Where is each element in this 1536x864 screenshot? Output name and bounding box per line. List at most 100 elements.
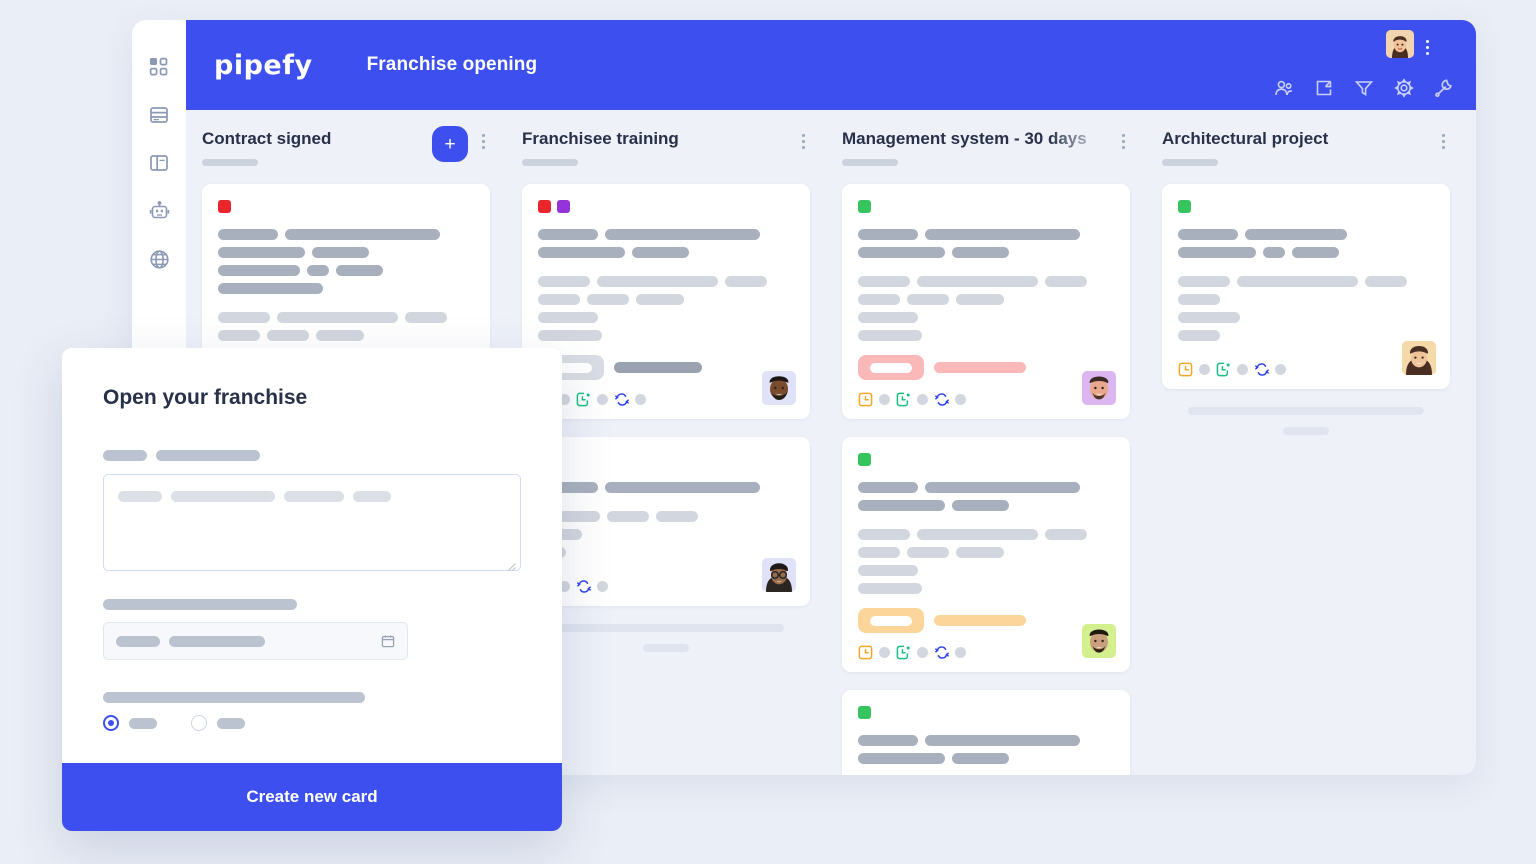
- skeleton-bar: [1245, 229, 1347, 240]
- card-footer: [858, 392, 1114, 407]
- skeleton-bar: [587, 294, 629, 305]
- grid-dashboard-icon[interactable]: [148, 56, 170, 78]
- layout-panel-icon[interactable]: [148, 152, 170, 174]
- skeleton-bar: [952, 247, 1009, 258]
- skeleton-bar: [103, 692, 365, 703]
- skeleton-bar: [538, 330, 602, 341]
- deadline-clock-icon[interactable]: [1178, 362, 1193, 377]
- card-assignee-avatar[interactable]: [1082, 624, 1116, 658]
- skeleton-bar: [218, 330, 260, 341]
- robot-automation-icon[interactable]: [148, 200, 170, 222]
- card-footer-counter: [917, 394, 928, 405]
- kanban-card[interactable]: [842, 690, 1130, 775]
- kanban-card[interactable]: [522, 437, 810, 606]
- radio-option-2[interactable]: [191, 715, 207, 731]
- date-field[interactable]: [103, 622, 408, 660]
- kanban-card[interactable]: [842, 437, 1130, 672]
- radio-option-1[interactable]: [103, 715, 119, 731]
- skeleton-bar: [858, 735, 918, 746]
- calendar-icon[interactable]: [381, 634, 395, 648]
- import-inbox-icon[interactable]: [1314, 78, 1334, 98]
- card-body-bar-row: [858, 565, 1114, 576]
- card-body-bar-row: [1178, 312, 1434, 323]
- card-footer: [858, 645, 1114, 660]
- skeleton-bar: [636, 294, 684, 305]
- card-body-bar-row: [1178, 330, 1434, 341]
- globe-icon[interactable]: [148, 248, 170, 270]
- card-footer: [538, 392, 794, 407]
- column-ghost-placeholder: [1283, 427, 1329, 435]
- card-labels: [858, 453, 1114, 466]
- card-tag-pill: [858, 608, 924, 633]
- column-kebab-menu[interactable]: [476, 134, 490, 149]
- kanban-card[interactable]: [842, 184, 1130, 419]
- column-subtitle-placeholder: [202, 159, 258, 166]
- kanban-card[interactable]: [1162, 184, 1450, 389]
- card-assignee-avatar[interactable]: [762, 371, 796, 405]
- column-title-group: Management system - 30 days: [842, 128, 1108, 166]
- checklist-clock-icon[interactable]: [1216, 362, 1231, 377]
- card-meta-bars: [218, 312, 474, 341]
- filter-funnel-icon[interactable]: [1354, 78, 1374, 98]
- header-kebab-menu[interactable]: [1420, 39, 1434, 55]
- avatar[interactable]: [1386, 30, 1414, 58]
- skeleton-bar: [917, 276, 1038, 287]
- card-assignee-avatar[interactable]: [1082, 371, 1116, 405]
- flow-connection-icon[interactable]: [576, 579, 592, 594]
- kanban-card[interactable]: [522, 184, 810, 419]
- skeleton-bar: [858, 500, 945, 511]
- column-kebab-menu[interactable]: [1436, 134, 1450, 149]
- skeleton-bar: [353, 491, 391, 502]
- skeleton-bar: [285, 229, 440, 240]
- column-subtitle-placeholder: [842, 159, 898, 166]
- column-title-group: Architectural project: [1162, 128, 1428, 166]
- skeleton-bar: [858, 294, 900, 305]
- pipefy-logo[interactable]: pipefy: [214, 50, 313, 81]
- checklist-clock-icon[interactable]: [576, 392, 591, 407]
- card-footer-counter: [1199, 364, 1210, 375]
- card-footer-counter: [597, 394, 608, 405]
- skeleton-bar: [917, 529, 1038, 540]
- card-assignee-avatar[interactable]: [762, 558, 796, 592]
- skeleton-bar: [858, 312, 918, 323]
- flow-connection-icon[interactable]: [614, 392, 630, 407]
- skeleton-bar: [103, 450, 147, 461]
- skeleton-bar: [597, 276, 718, 287]
- card-body-bar-row: [538, 330, 794, 341]
- create-new-card-button[interactable]: Create new card: [62, 763, 562, 831]
- column-title-group: Contract signed: [202, 128, 424, 166]
- flow-connection-icon[interactable]: [1254, 362, 1270, 377]
- skeleton-bar: [858, 753, 945, 764]
- checklist-clock-icon[interactable]: [896, 392, 911, 407]
- radio-option-label-1: [129, 717, 157, 729]
- wrench-icon[interactable]: [1434, 78, 1454, 98]
- card-assignee-avatar[interactable]: [1402, 341, 1436, 375]
- skeleton-bar: [1178, 229, 1238, 240]
- column-kebab-menu[interactable]: [796, 134, 810, 149]
- skeleton-bar: [218, 229, 278, 240]
- column-header: Franchisee training: [522, 128, 810, 184]
- card-label-chip: [538, 200, 551, 213]
- modal-title: Open your franchise: [103, 386, 308, 409]
- column-kebab-menu[interactable]: [1116, 134, 1130, 149]
- deadline-clock-icon[interactable]: [858, 392, 873, 407]
- description-textarea[interactable]: [103, 474, 521, 571]
- members-icon[interactable]: [1274, 78, 1294, 98]
- column-ghost-placeholder: [643, 644, 689, 652]
- add-card-button[interactable]: +: [432, 126, 468, 162]
- card-footer-counter: [917, 647, 928, 658]
- skeleton-bar: [1292, 247, 1339, 258]
- flow-connection-icon[interactable]: [934, 645, 950, 660]
- checklist-clock-icon[interactable]: [896, 645, 911, 660]
- resize-handle-icon[interactable]: [507, 558, 516, 571]
- skeleton-bar: [312, 247, 369, 258]
- skeleton-bar: [538, 294, 580, 305]
- skeleton-bar: [171, 491, 275, 502]
- flow-connection-icon[interactable]: [934, 392, 950, 407]
- deadline-clock-icon[interactable]: [858, 645, 873, 660]
- skeleton-bar: [1178, 330, 1220, 341]
- skeleton-bar: [925, 735, 1080, 746]
- card-label-chip: [1178, 200, 1191, 213]
- gear-icon[interactable]: [1394, 78, 1414, 98]
- database-icon[interactable]: [148, 104, 170, 126]
